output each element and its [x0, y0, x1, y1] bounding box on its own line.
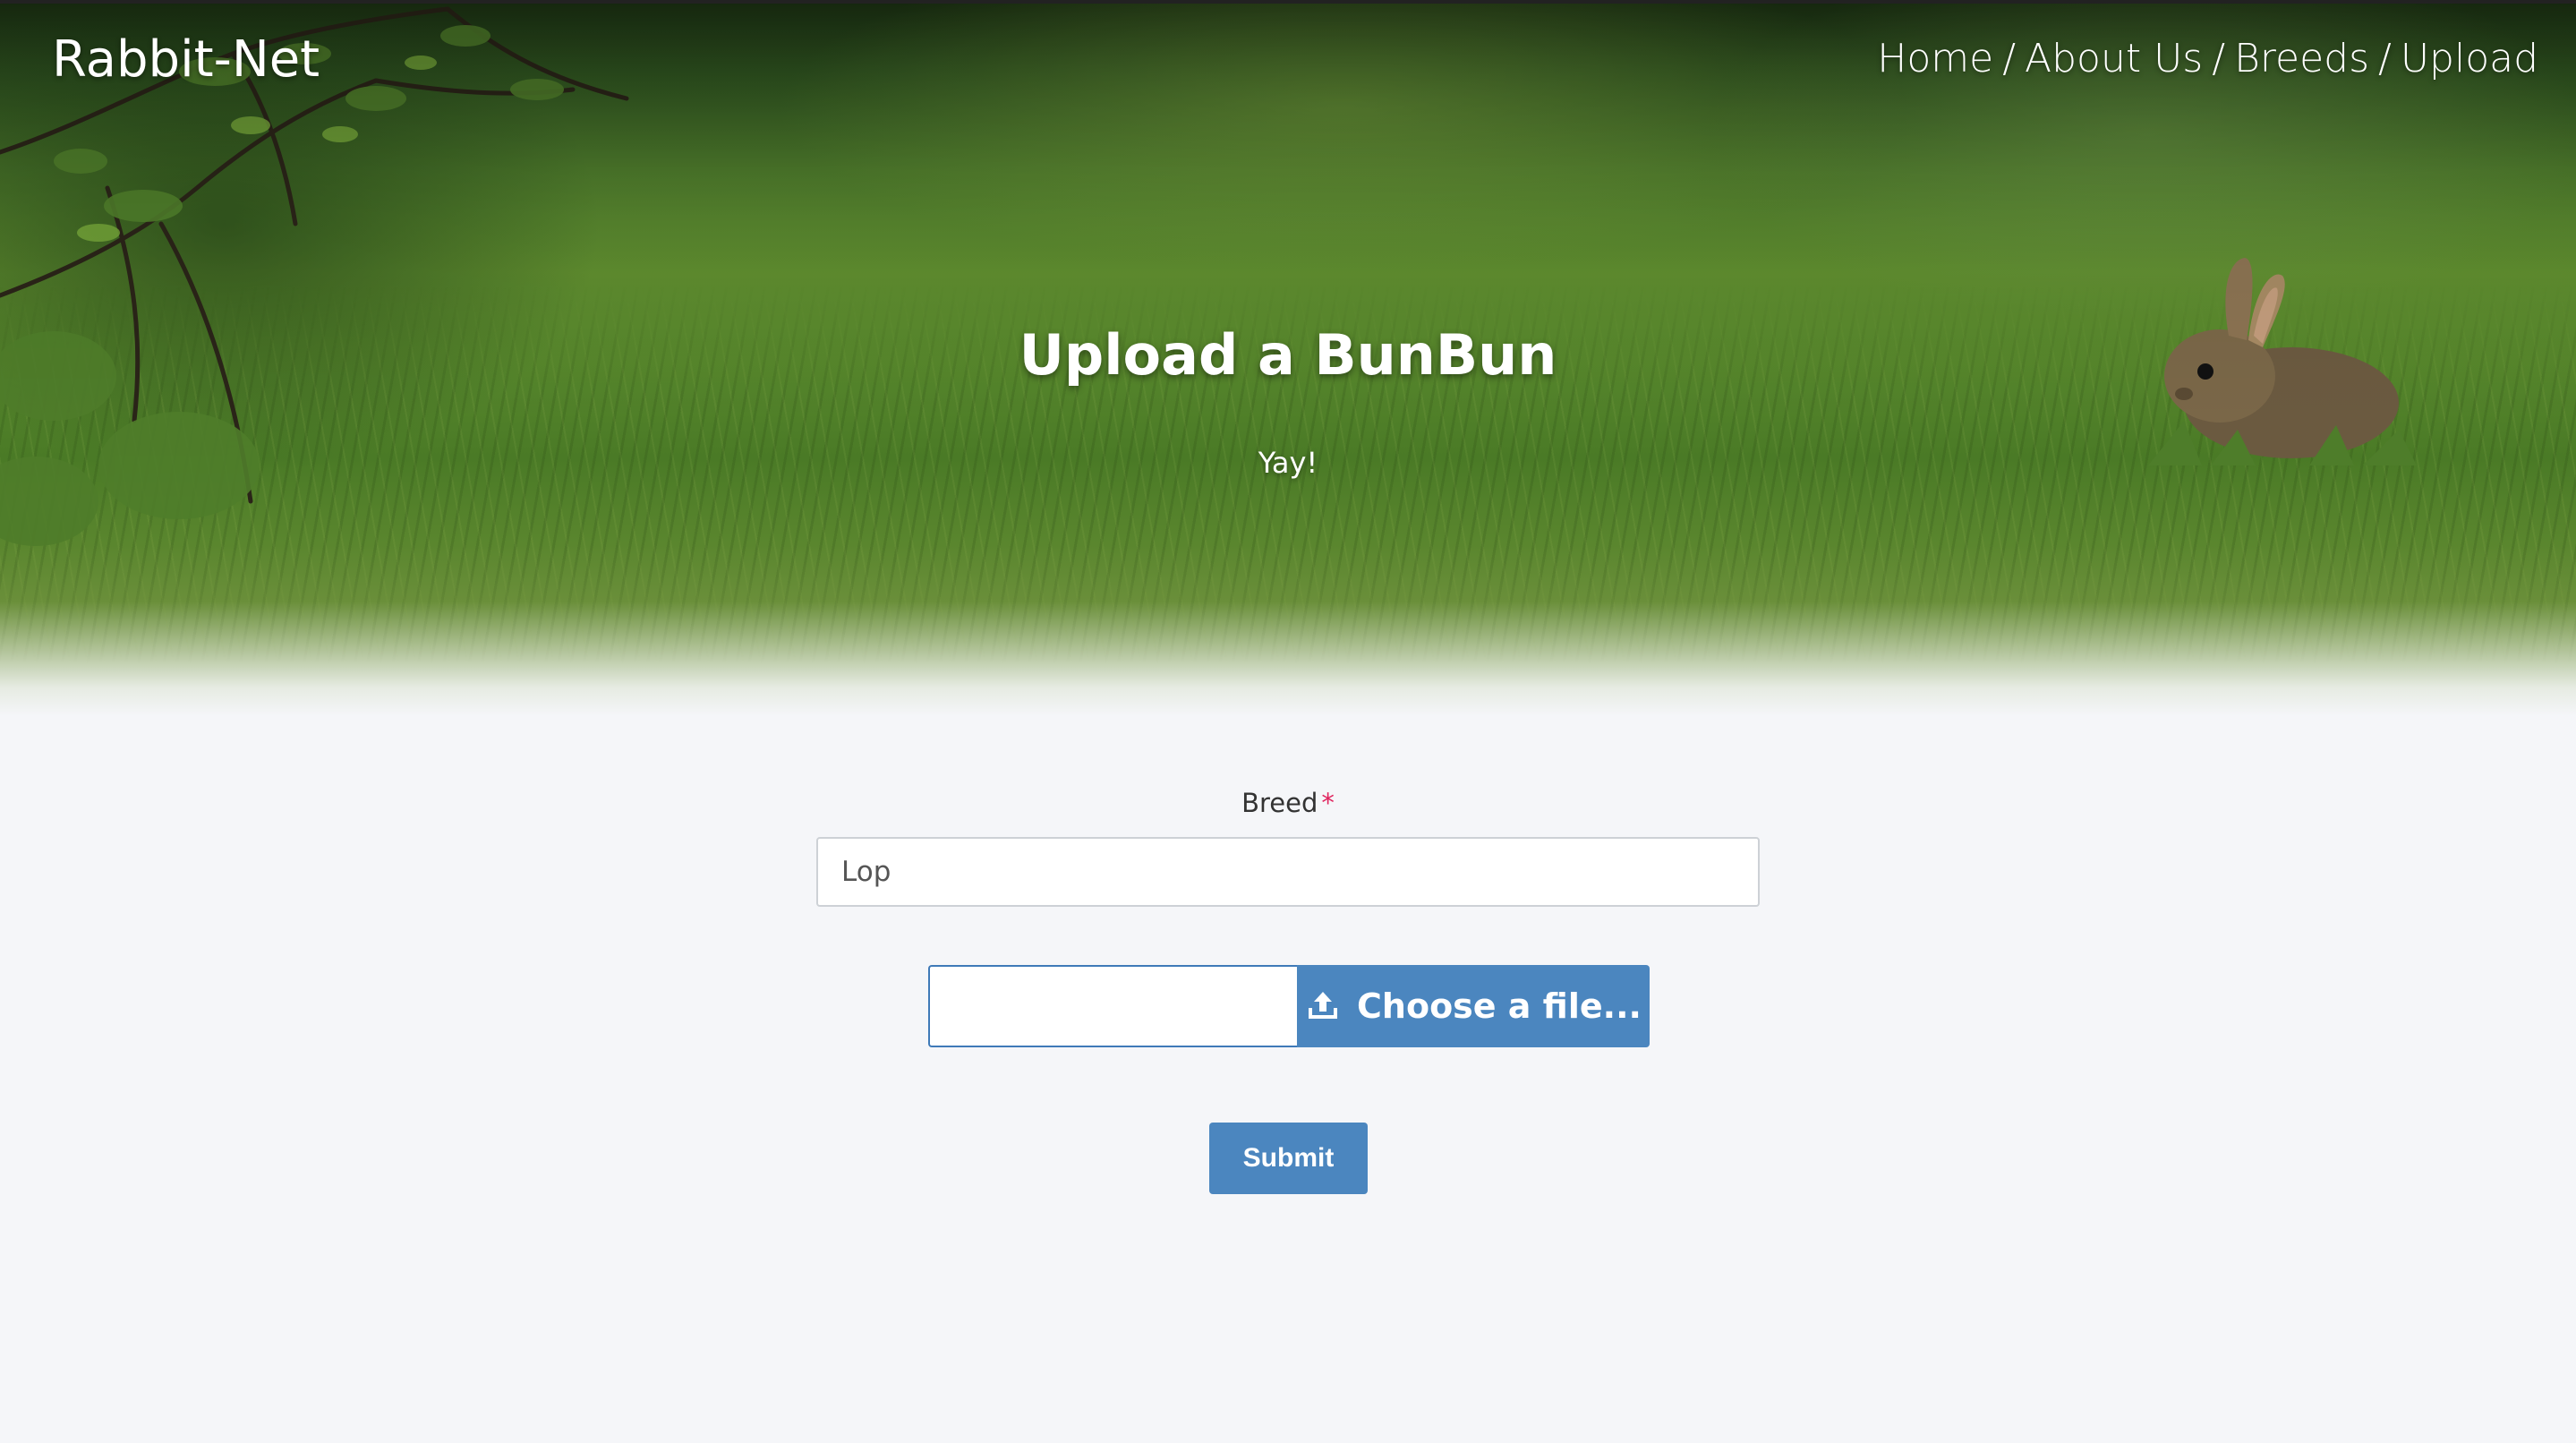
- window-top-border: [0, 0, 2576, 4]
- nav-separator: /: [2002, 36, 2017, 81]
- nav-link-upload[interactable]: Upload: [2401, 36, 2538, 81]
- nav-separator: /: [2378, 36, 2392, 81]
- hero-banner: Rabbit-Net Home / About Us / Breeds / Up…: [0, 0, 2576, 716]
- brand-logo[interactable]: Rabbit-Net: [52, 30, 320, 89]
- nav-separator: /: [2212, 36, 2226, 81]
- file-upload-control[interactable]: Choose a file...: [928, 965, 1650, 1047]
- choose-file-label: Choose a file...: [1357, 986, 1642, 1026]
- nav-link-breeds[interactable]: Breeds: [2234, 36, 2369, 81]
- submit-button[interactable]: Submit: [1209, 1123, 1368, 1194]
- nav-link-about-us[interactable]: About Us: [2025, 36, 2203, 81]
- page-subtitle: Yay!: [1258, 446, 1318, 480]
- breed-field-label: Breed *: [0, 788, 2576, 818]
- breadcrumb-nav: Home / About Us / Breeds / Upload: [1877, 36, 2538, 81]
- breed-label-text: Breed: [1241, 788, 1318, 818]
- upload-icon: [1309, 992, 1338, 1019]
- page: Rabbit-Net Home / About Us / Breeds / Up…: [0, 0, 2576, 1443]
- nav-link-home[interactable]: Home: [1877, 36, 1993, 81]
- file-name-display[interactable]: [928, 965, 1297, 1047]
- choose-file-button[interactable]: Choose a file...: [1297, 965, 1650, 1047]
- breed-input[interactable]: [816, 837, 1760, 907]
- page-title: Upload a BunBun: [1019, 322, 1557, 388]
- required-marker: *: [1321, 788, 1335, 818]
